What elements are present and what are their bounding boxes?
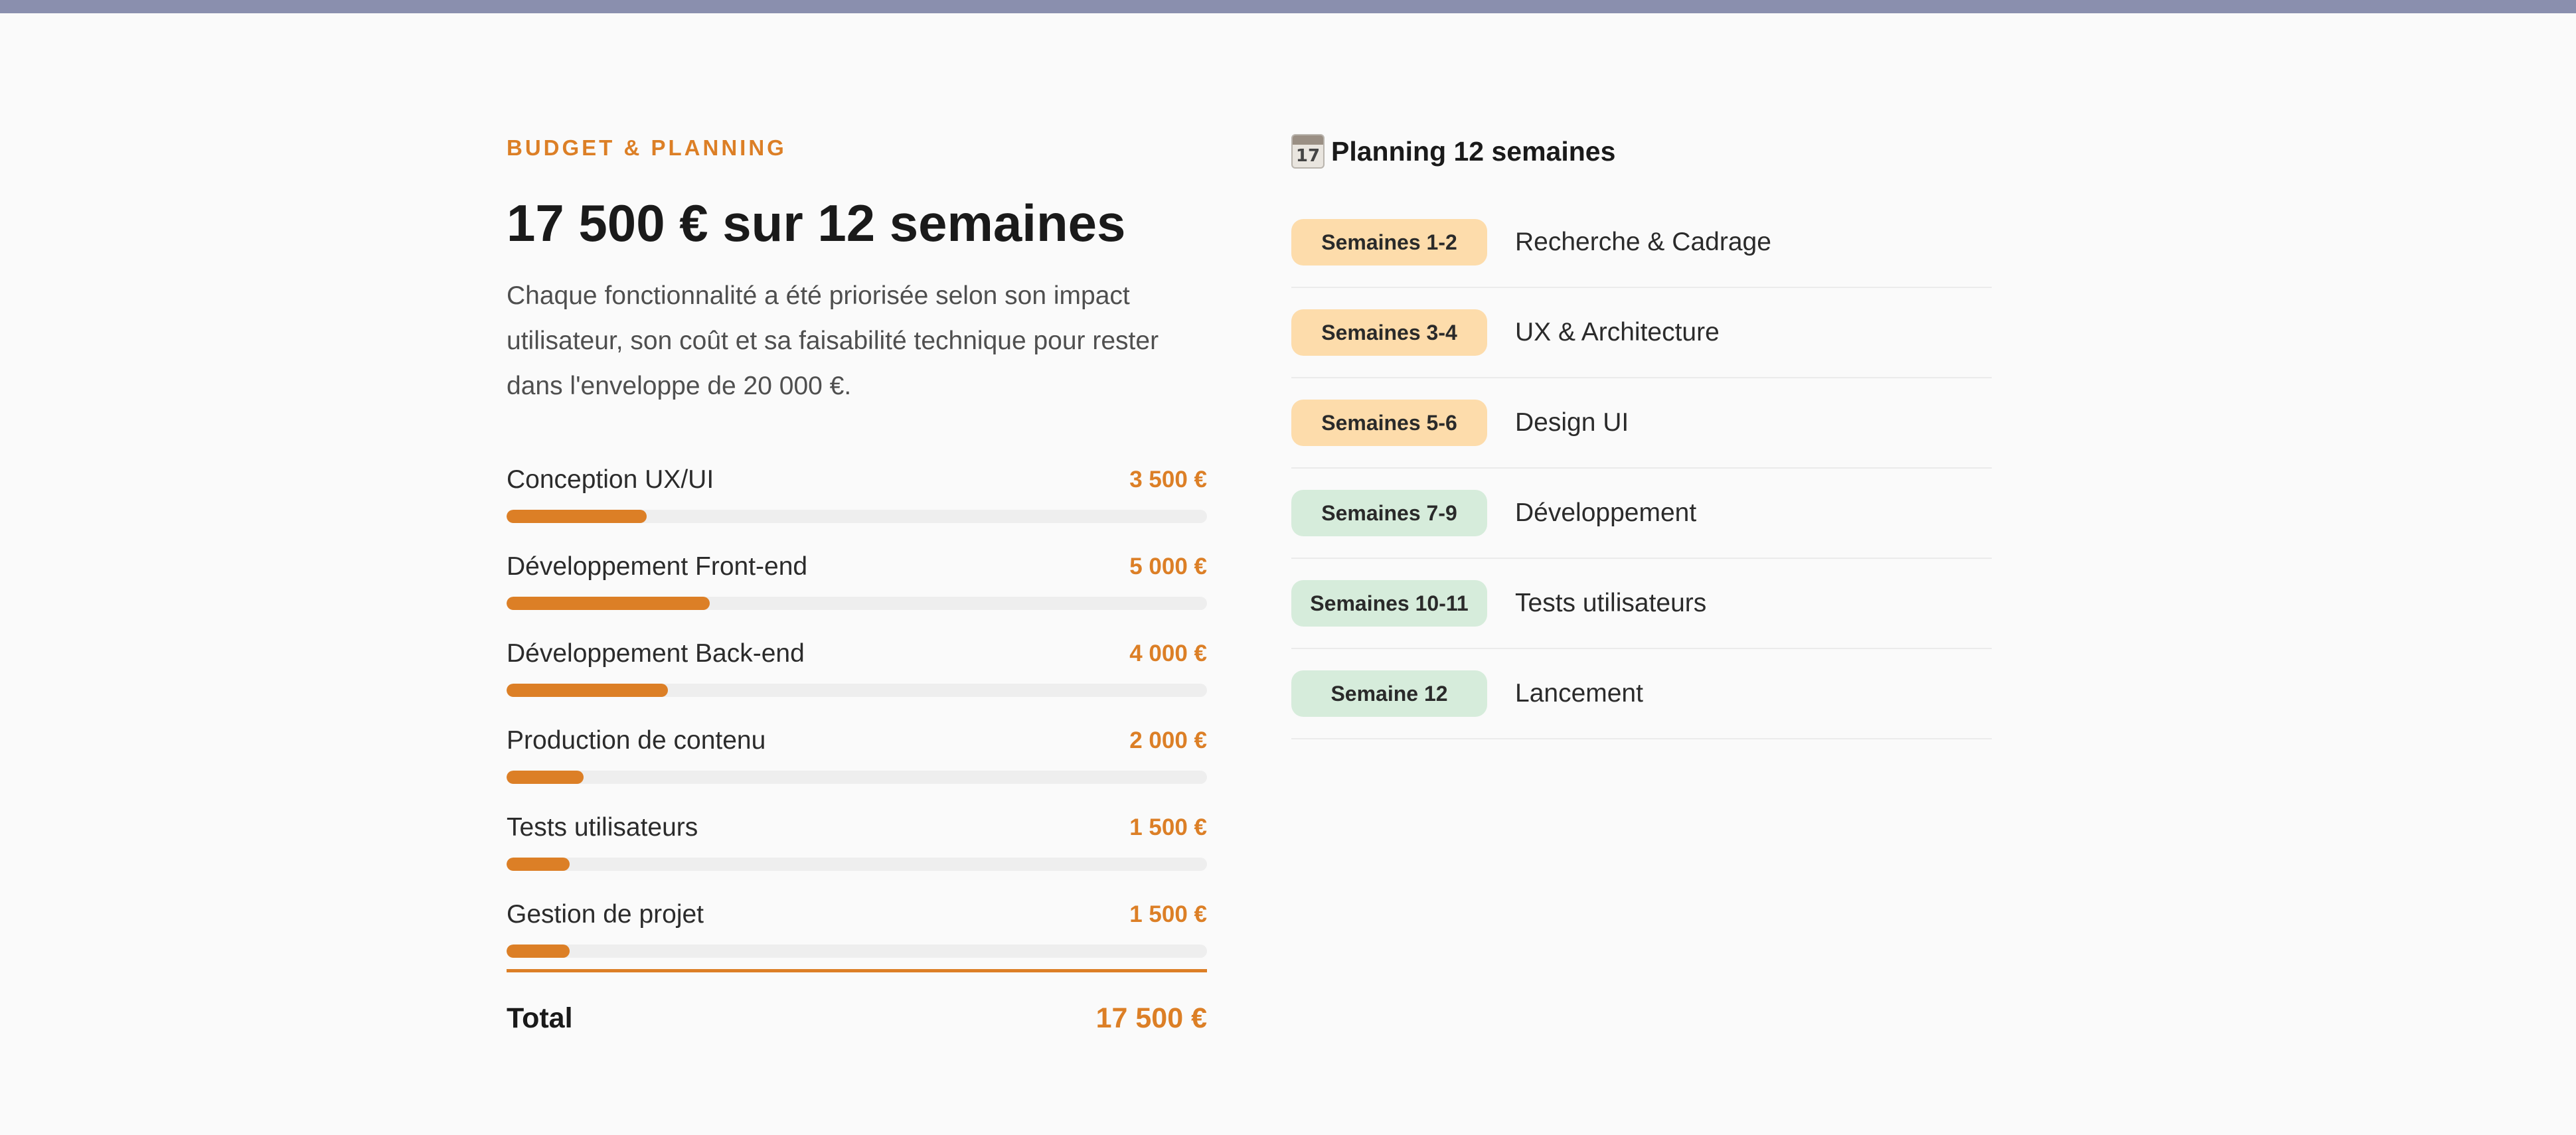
planning-row: Semaines 7-9 Développement	[1291, 469, 1992, 559]
budget-progress-track	[507, 858, 1207, 871]
budget-progress-fill	[507, 945, 570, 958]
budget-item: Conception UX/UI 3 500 €	[507, 463, 1207, 550]
budget-item: Gestion de projet 1 500 €	[507, 898, 1207, 968]
budget-description: Chaque fonctionnalité a été priorisée se…	[507, 281, 1159, 400]
week-badge: Semaines 7-9	[1291, 490, 1487, 536]
total-row: Total 17 500 €	[507, 1002, 1207, 1035]
budget-item-amount: 4 000 €	[1129, 641, 1207, 666]
planning-row: Semaines 3-4 UX & Architecture	[1291, 288, 1992, 378]
phase-label: Développement	[1515, 498, 1697, 527]
budget-item: Tests utilisateurs 1 500 €	[507, 811, 1207, 898]
budget-item-amount: 1 500 €	[1129, 901, 1207, 927]
budget-item-label: Conception UX/UI	[507, 465, 714, 494]
phase-label: Lancement	[1515, 679, 1643, 708]
week-badge: Semaine 12	[1291, 670, 1487, 717]
budget-item-amount: 1 500 €	[1129, 814, 1207, 840]
calendar-icon-day: 17	[1295, 146, 1321, 166]
planning-row: Semaines 10-11 Tests utilisateurs	[1291, 559, 1992, 649]
budget-item-label: Développement Front-end	[507, 552, 808, 581]
budget-item: Production de contenu 2 000 €	[507, 724, 1207, 811]
budget-progress-fill	[507, 771, 584, 784]
phase-label: UX & Architecture	[1515, 318, 1720, 346]
budget-item-label: Gestion de projet	[507, 900, 704, 929]
planning-heading: 17 Planning 12 semaines	[1291, 131, 1992, 171]
budget-progress-fill	[507, 510, 647, 523]
planning-section: 17 Planning 12 semaines Semaines 1-2 Rec…	[1291, 131, 1992, 739]
planning-row: Semaines 1-2 Recherche & Cadrage	[1291, 198, 1992, 288]
budget-progress-track	[507, 510, 1207, 523]
calendar-icon: 17	[1291, 134, 1325, 169]
week-badge: Semaines 1-2	[1291, 219, 1487, 265]
planning-list: Semaines 1-2 Recherche & Cadrage Semaine…	[1291, 198, 1992, 739]
top-accent-bar	[0, 0, 2576, 13]
budget-progress-track	[507, 945, 1207, 958]
budget-item-amount: 2 000 €	[1129, 727, 1207, 753]
section-eyebrow: BUDGET & PLANNING	[507, 135, 787, 160]
budget-progress-track	[507, 771, 1207, 784]
budget-progress-track	[507, 684, 1207, 697]
budget-item-amount: 3 500 €	[1129, 467, 1207, 492]
phase-label: Tests utilisateurs	[1515, 589, 1707, 617]
budget-section: BUDGET & PLANNING 17 500 € sur 12 semain…	[507, 133, 1207, 1035]
budget-list: Conception UX/UI 3 500 € Développement F…	[507, 463, 1207, 968]
phase-label: Recherche & Cadrage	[1515, 228, 1771, 256]
budget-item: Développement Front-end 5 000 €	[507, 550, 1207, 637]
budget-progress-fill	[507, 684, 668, 697]
total-label: Total	[507, 1002, 573, 1034]
week-badge: Semaines 3-4	[1291, 309, 1487, 356]
budget-item: Développement Back-end 4 000 €	[507, 637, 1207, 724]
budget-item-label: Développement Back-end	[507, 639, 805, 668]
budget-progress-track	[507, 597, 1207, 610]
planning-title: Planning 12 semaines	[1331, 135, 1616, 167]
total-divider	[507, 969, 1207, 972]
budget-progress-fill	[507, 858, 570, 871]
week-badge: Semaines 5-6	[1291, 400, 1487, 446]
total-amount: 17 500 €	[1095, 1002, 1207, 1034]
planning-row: Semaines 5-6 Design UI	[1291, 378, 1992, 469]
budget-progress-fill	[507, 597, 710, 610]
week-badge: Semaines 10-11	[1291, 580, 1487, 627]
phase-label: Design UI	[1515, 408, 1629, 437]
budget-item-label: Tests utilisateurs	[507, 813, 698, 842]
budget-title: 17 500 € sur 12 semaines	[507, 194, 1126, 252]
planning-row: Semaine 12 Lancement	[1291, 649, 1992, 739]
budget-item-label: Production de contenu	[507, 726, 766, 755]
budget-item-amount: 5 000 €	[1129, 554, 1207, 579]
